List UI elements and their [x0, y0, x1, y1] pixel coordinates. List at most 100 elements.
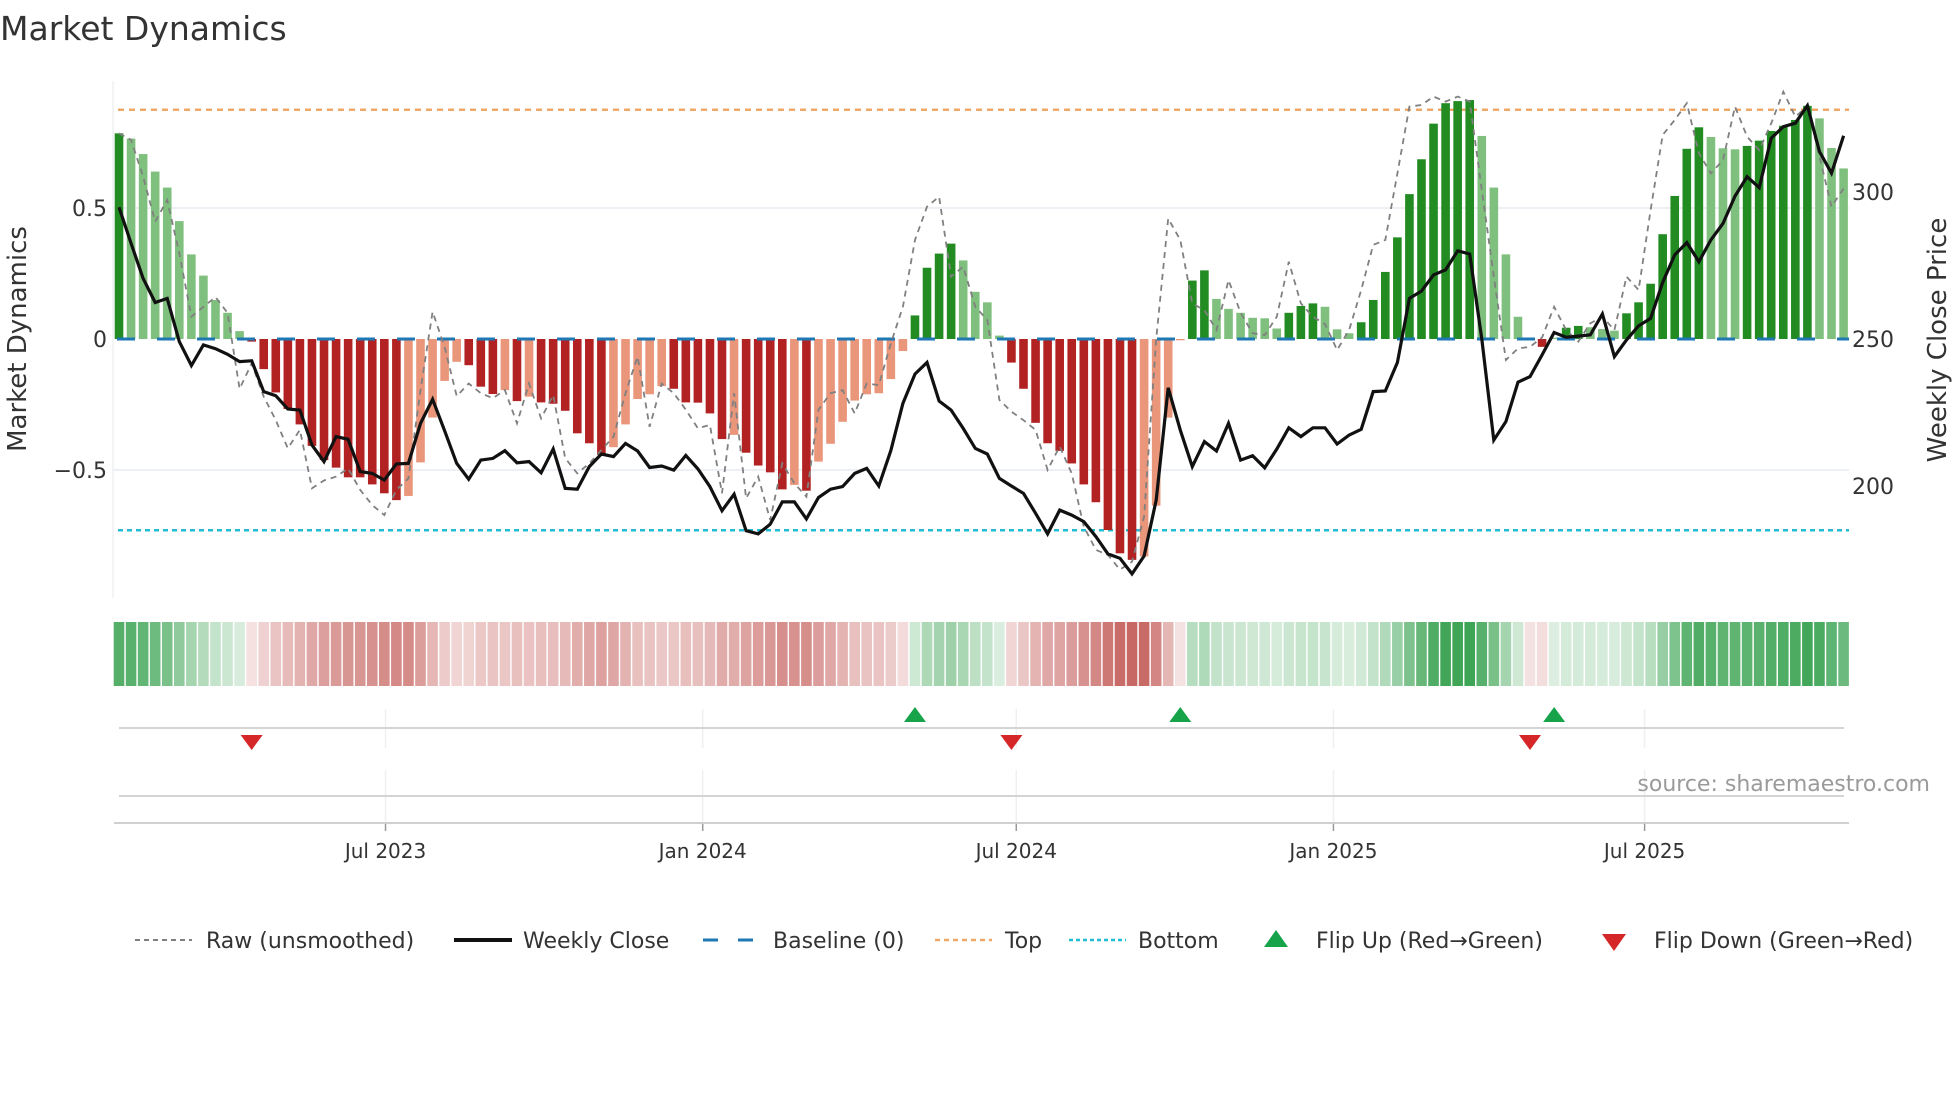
heat-cell [680, 622, 692, 686]
heat-cell [463, 622, 475, 686]
bar [1368, 299, 1378, 339]
source-label: source: sharemaestro.com [1637, 772, 1930, 797]
heat-cell [885, 622, 897, 686]
bar [1417, 159, 1426, 339]
heat-cell [1645, 622, 1656, 686]
heat-cell [933, 622, 945, 686]
heat-cell [258, 622, 270, 686]
legend-item-flip-up: Flip Up (Red→Green) [1264, 929, 1543, 954]
heat-cell [137, 622, 149, 686]
bar [1393, 237, 1402, 339]
heat-cell [716, 622, 728, 686]
bar [693, 339, 703, 403]
heat-cell [1693, 622, 1705, 686]
y-tick-label: 0.5 [72, 197, 107, 222]
heat-cell [1705, 622, 1717, 686]
heat-cell [1536, 622, 1548, 686]
heat-cell [306, 622, 318, 686]
y2-tick-label: 250 [1852, 328, 1894, 353]
bar [645, 339, 654, 395]
heat-cell [1367, 622, 1379, 686]
bar [1224, 308, 1233, 339]
heat-cell [246, 622, 257, 686]
x-tick-label: Jul 2023 [343, 839, 426, 863]
heat-cell [161, 622, 173, 686]
heat-cell [475, 622, 487, 686]
x-tick-label: Jul 2024 [974, 839, 1057, 863]
bar [500, 339, 510, 391]
bar [1308, 303, 1318, 339]
bar [392, 339, 401, 501]
heat-cell [511, 622, 523, 686]
heat-cell [1187, 622, 1198, 686]
heat-cell [1006, 622, 1017, 686]
heat-cell [1223, 622, 1234, 686]
bar [1019, 339, 1028, 389]
heat-cell [1572, 622, 1584, 686]
bar [1115, 339, 1125, 554]
bar [524, 339, 534, 397]
legend-top-label: Top [1004, 929, 1042, 954]
bar [934, 253, 944, 339]
heat-cell [1138, 622, 1150, 686]
heat-cell [1078, 622, 1090, 686]
heat-cell [1790, 622, 1801, 686]
bar [609, 339, 618, 448]
heat-cell [849, 622, 860, 686]
regime-heat-strip [113, 622, 1849, 686]
heat-cell [535, 622, 547, 686]
legend-raw-label: Raw (unsmoothed) [206, 929, 414, 954]
heat-cell [342, 622, 354, 686]
heat-cell [1259, 622, 1270, 686]
bar [1043, 339, 1052, 444]
bar [1537, 339, 1547, 347]
heat-cell [692, 622, 704, 686]
bar [802, 339, 811, 491]
heat-cell [1054, 622, 1065, 686]
heat-cell [1295, 622, 1307, 686]
y2-tick-label: 200 [1852, 475, 1894, 500]
heat-cell [113, 622, 125, 686]
y-tick-label: 0 [93, 328, 107, 353]
heat-cell [777, 622, 788, 686]
bar [367, 339, 377, 485]
x-tick-label: Jul 2025 [1602, 839, 1685, 863]
bar [343, 339, 353, 478]
heat-cell [825, 622, 836, 686]
flip-down-marker [1000, 735, 1023, 750]
heat-cell [982, 622, 993, 686]
bar [138, 154, 148, 339]
bar [1103, 339, 1113, 530]
y-tick-label: −0.5 [54, 459, 107, 484]
heat-cell [1343, 622, 1355, 686]
heat-cell [1597, 622, 1608, 686]
heat-cell [1741, 622, 1753, 686]
heat-cell [1307, 622, 1319, 686]
heat-cell [559, 622, 571, 686]
bar [512, 339, 522, 402]
heat-cell [1621, 622, 1632, 686]
flip-up-marker [1543, 707, 1566, 722]
bar [922, 267, 932, 339]
heat-cell [752, 622, 764, 686]
bar [331, 339, 341, 468]
heat-cell [354, 622, 366, 686]
bar [741, 339, 751, 453]
heat-cell [1042, 622, 1053, 686]
bar [488, 339, 498, 395]
heat-cell [801, 622, 812, 686]
legend-flip-down-label: Flip Down (Green→Red) [1654, 929, 1913, 954]
heat-cell [1488, 622, 1500, 686]
bar [1670, 195, 1680, 339]
heat-cell [740, 622, 752, 686]
heat-cell [198, 622, 209, 686]
heat-cell [837, 622, 848, 686]
bar [1489, 187, 1499, 339]
bar [404, 339, 413, 496]
bar [283, 339, 293, 409]
bar [548, 339, 558, 404]
heat-cell [909, 622, 921, 686]
bar [416, 339, 425, 463]
heat-cell [330, 622, 342, 686]
bar [1007, 339, 1016, 363]
